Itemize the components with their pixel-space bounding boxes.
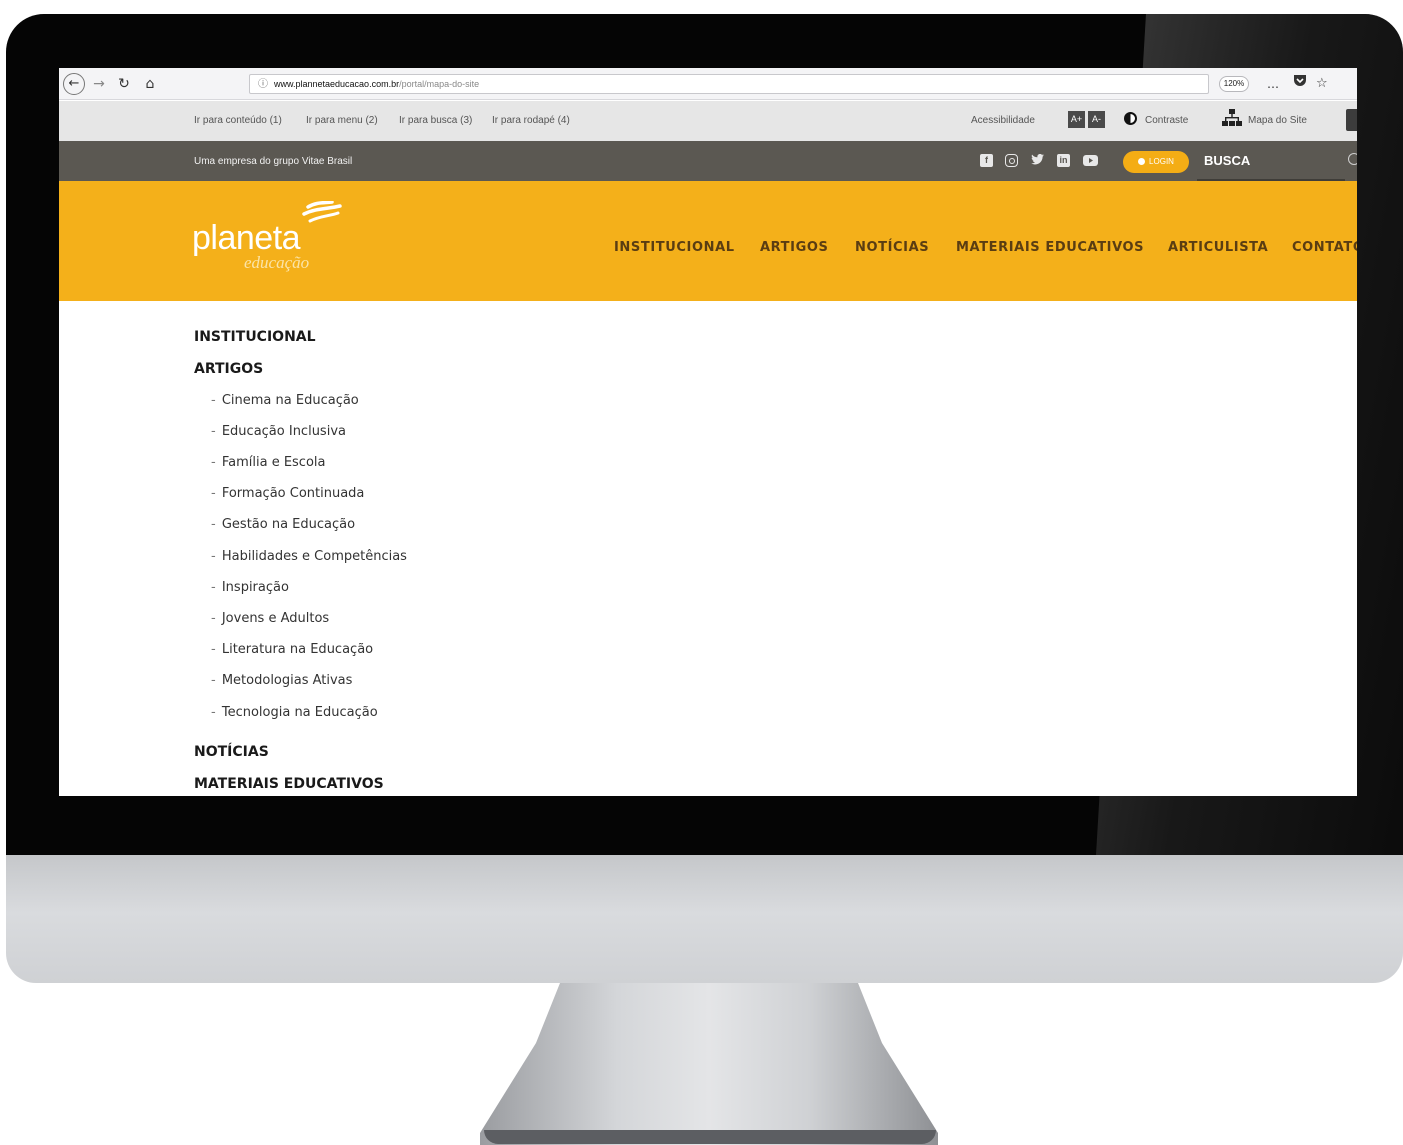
reload-icon[interactable]: ↻ [115, 73, 133, 95]
accessibility-bar: Ir para conteúdo (1) Ir para menu (2) Ir… [59, 101, 1357, 141]
sitemap-subitem[interactable]: - Gestão na Educação [211, 517, 355, 532]
skip-to-menu-link[interactable]: Ir para menu (2) [306, 115, 378, 126]
twitter-icon[interactable] [1031, 153, 1044, 167]
accessibility-label: Acessibilidade [971, 115, 1035, 126]
sitemap-subitem[interactable]: - Tecnologia na Educação [211, 705, 378, 720]
monitor-chin [6, 855, 1403, 983]
linkedin-icon[interactable]: in [1057, 154, 1070, 167]
site-header: planeta educação INSTITUCIONAL ARTIGOS N… [59, 181, 1357, 301]
sitemap-subitem[interactable]: - Literatura na Educação [211, 642, 373, 657]
monitor-stand-base [484, 1130, 936, 1144]
url-host: www.plannetaeducacao.com.br [274, 79, 400, 89]
monitor-stand [480, 983, 938, 1145]
info-icon[interactable]: ⓘ [258, 79, 268, 90]
pocket-icon[interactable] [1293, 73, 1309, 95]
nav-institucional[interactable]: INSTITUCIONAL [614, 240, 735, 255]
instagram-icon[interactable] [1005, 154, 1018, 167]
nav-contato[interactable]: CONTATO [1292, 240, 1357, 255]
sitemap-subitem[interactable]: - Jovens e Adultos [211, 611, 329, 626]
skip-to-content-link[interactable]: Ir para conteúdo (1) [194, 115, 282, 126]
sitemap-subitem[interactable]: - Inspiração [211, 580, 289, 595]
nav-noticias[interactable]: NOTÍCIAS [855, 240, 929, 255]
nav-articulista[interactable]: ARTICULISTA [1168, 240, 1268, 255]
sitemap-section-noticias[interactable]: NOTÍCIAS [194, 744, 269, 760]
sitemap-section-artigos[interactable]: ARTIGOS [194, 361, 263, 377]
more-actions-icon[interactable]: … [1267, 73, 1280, 95]
sitemap-section-institucional[interactable]: INSTITUCIONAL [194, 329, 316, 345]
accessibility-widget-icon[interactable] [1346, 109, 1357, 131]
contrast-icon[interactable] [1124, 112, 1137, 125]
skip-to-search-link[interactable]: Ir para busca (3) [399, 115, 472, 126]
sitemap-icon[interactable] [1222, 109, 1242, 127]
sitemap-subitem[interactable]: - Habilidades e Competências [211, 549, 407, 564]
info-bar: Uma empresa do grupo Vitae Brasil f in L… [59, 141, 1357, 181]
sitemap-subitem[interactable]: - Família e Escola [211, 455, 326, 470]
user-icon [1138, 158, 1146, 165]
login-label: LOGIN [1149, 157, 1174, 166]
sitemap-link[interactable]: Mapa do Site [1248, 115, 1307, 126]
login-button[interactable]: LOGIN [1123, 151, 1189, 173]
facebook-icon[interactable]: f [980, 154, 993, 167]
contrast-link[interactable]: Contraste [1145, 115, 1188, 126]
home-icon[interactable]: ⌂ [141, 73, 159, 95]
nav-artigos[interactable]: ARTIGOS [760, 240, 828, 255]
sitemap-subitem[interactable]: - Formação Continuada [211, 486, 364, 501]
sitemap-subitem[interactable]: - Metodologias Ativas [211, 673, 352, 688]
logo-subtitle: educação [244, 253, 310, 272]
font-decrease-button[interactable]: A- [1088, 111, 1105, 128]
address-bar[interactable]: ⓘ www.plannetaeducacao.com.br/portal/mapa… [249, 74, 1209, 94]
nav-materiais-educativos[interactable]: MATERIAIS EDUCATIVOS [956, 240, 1144, 255]
search-label[interactable]: BUSCA [1204, 153, 1250, 168]
sitemap-subitem[interactable]: - Cinema na Educação [211, 393, 359, 408]
bookmark-star-icon[interactable]: ☆ [1316, 73, 1332, 95]
browser-toolbar: ← → ↻ ⌂ ⓘ www.plannetaeducacao.com.br/por… [59, 68, 1357, 100]
sitemap-subitem[interactable]: - Educação Inclusiva [211, 424, 346, 439]
zoom-level[interactable]: 120% [1219, 76, 1249, 92]
back-icon[interactable]: ← [63, 73, 85, 95]
search-icon[interactable] [1348, 153, 1357, 165]
forward-icon[interactable]: → [91, 73, 107, 95]
url-path: /portal/mapa-do-site [399, 79, 480, 89]
skip-to-footer-link[interactable]: Ir para rodapé (4) [492, 115, 570, 126]
group-tagline: Uma empresa do grupo Vitae Brasil [194, 156, 353, 167]
logo-swoosh-icon [302, 201, 342, 223]
site-logo[interactable]: planeta educação [192, 201, 352, 281]
font-increase-button[interactable]: A+ [1068, 111, 1085, 128]
youtube-icon[interactable] [1083, 155, 1098, 166]
screen: ← → ↻ ⌂ ⓘ www.plannetaeducacao.com.br/por… [59, 68, 1357, 796]
sitemap-section-materiais-educativos[interactable]: MATERIAIS EDUCATIVOS [194, 776, 384, 792]
